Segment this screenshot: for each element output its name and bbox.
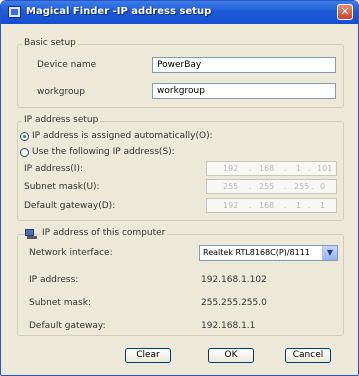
close-button[interactable]: ✕ (337, 4, 353, 20)
chevron-down-icon[interactable]: ▼ (322, 246, 337, 260)
gw-octet-1: 192 (223, 201, 239, 210)
computer-default-gateway-value: 192.168.1.1 (201, 321, 256, 331)
ip-octet-3: 1 (296, 164, 302, 173)
workgroup-label: workgroup (37, 87, 85, 97)
device-name-field[interactable]: PowerBay (152, 57, 336, 73)
device-name-label: Device name (37, 60, 97, 70)
network-interface-value: Realtek RTL8168C(P)/8111 (203, 248, 310, 257)
ip-octet-1: 192 (223, 164, 239, 173)
computer-ip-legend: IP address of this computer (40, 228, 168, 238)
network-interface-label: Network interface: (29, 248, 113, 258)
ok-button[interactable]: OK (208, 348, 254, 363)
basic-setup-legend: Basic setup (22, 38, 78, 48)
computer-default-gateway-label: Default gateway: (29, 321, 106, 331)
computer-icon (25, 229, 37, 239)
dialog-body: Basic setup Device name PowerBay workgro… (4, 24, 355, 372)
ip-octet-2: 168 (259, 164, 275, 173)
gw-octet-3: 1 (296, 201, 302, 210)
static-default-gateway-label: Default gateway(D): (24, 201, 116, 211)
ip-setup-dialog: Magical Finder -IP address setup ✕ Basic… (0, 0, 359, 376)
computer-ip-address-label: IP address: (29, 275, 79, 285)
radio-auto-ip-label[interactable]: IP address is assigned automatically(O): (32, 131, 213, 141)
radio-auto-ip[interactable] (20, 132, 29, 141)
mask-octet-1: 255 (223, 182, 239, 191)
gw-octet-2: 168 (259, 201, 275, 210)
app-icon (8, 6, 21, 18)
mask-octet-2: 255 (259, 182, 275, 191)
network-interface-select[interactable]: Realtek RTL8168C(P)/8111 ▼ (199, 245, 338, 261)
ip-octet-4: 101 (317, 164, 333, 173)
computer-ip-address-value: 192.168.1.102 (201, 275, 267, 285)
window-title: Magical Finder -IP address setup (26, 6, 212, 17)
static-subnet-mask-label: Subnet mask(U): (24, 182, 100, 192)
computer-subnet-mask-value: 255.255.255.0 (201, 298, 267, 308)
ip-setup-group: IP address setup IP address is assigned … (17, 115, 344, 221)
ip-setup-legend: IP address setup (22, 115, 101, 125)
title-bar[interactable]: Magical Finder -IP address setup ✕ (1, 1, 358, 24)
computer-subnet-mask-label: Subnet mask: (29, 298, 91, 308)
close-icon: ✕ (340, 5, 350, 18)
static-default-gateway-field[interactable]: 192 . 168 . 1 . 1 (206, 198, 337, 213)
computer-ip-group: IP address of this computer Network inte… (17, 228, 344, 336)
mask-octet-3: 255 (294, 182, 310, 191)
cancel-button[interactable]: Cancel (285, 348, 331, 363)
basic-setup-group: Basic setup Device name PowerBay workgro… (17, 38, 344, 108)
static-subnet-mask-field[interactable]: 255 . 255 . 255 . 0 (206, 179, 337, 194)
static-ip-address-label: IP address(I): (24, 164, 84, 174)
radio-manual-ip-label[interactable]: Use the following IP address(S): (32, 147, 175, 157)
workgroup-field[interactable]: workgroup (152, 83, 336, 99)
static-ip-address-field[interactable]: 192 . 168 . 1 . 101 (206, 161, 337, 176)
gw-octet-4: 1 (320, 201, 326, 210)
mask-octet-4: 0 (320, 182, 326, 191)
radio-manual-ip[interactable] (20, 148, 29, 157)
clear-button[interactable]: Clear (125, 348, 171, 363)
